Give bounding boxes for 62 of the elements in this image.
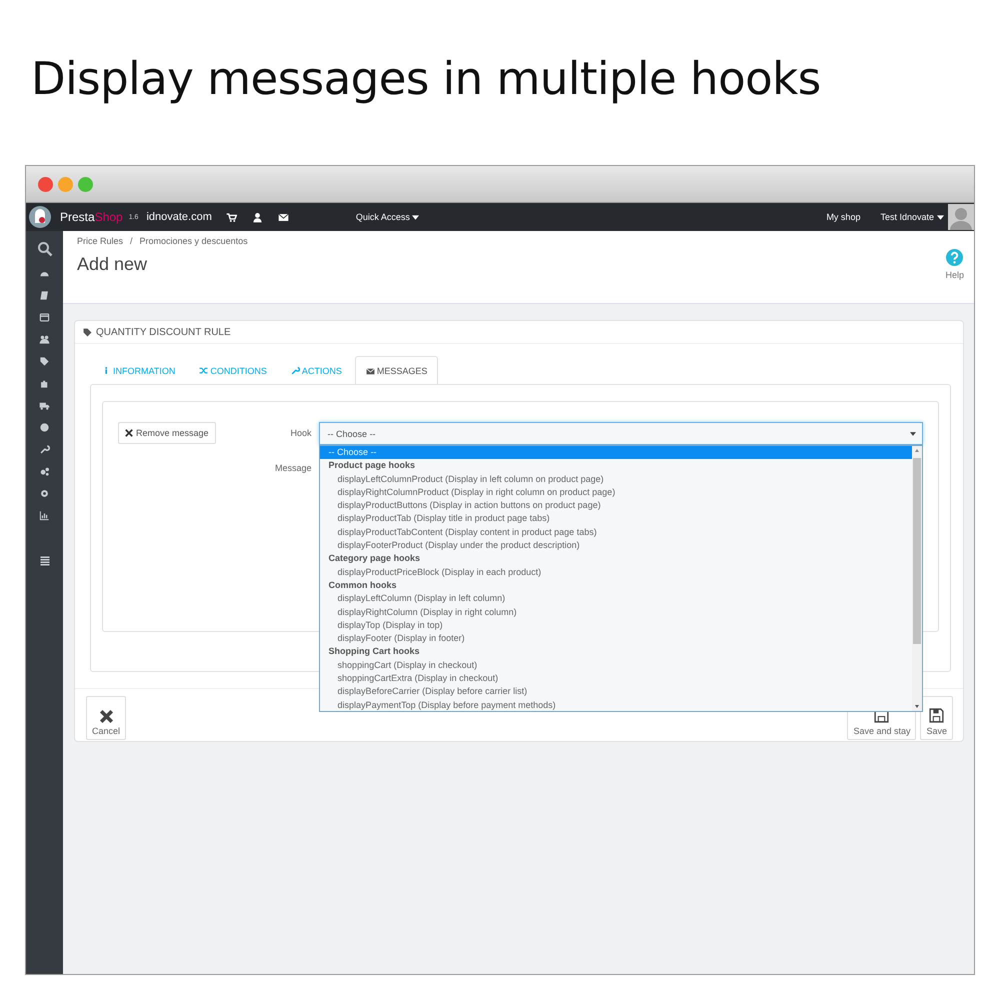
shop-link[interactable]: My shop	[826, 212, 860, 222]
quick-access-menu[interactable]: Quick Access	[356, 212, 419, 222]
hook-select[interactable]: -- Choose --	[318, 422, 923, 445]
card-icon	[39, 312, 50, 323]
tag-icon	[83, 328, 92, 336]
scrollbar[interactable]	[912, 446, 922, 711]
option-group-label: Category page hooks	[328, 552, 422, 566]
minimize-icon[interactable]	[58, 176, 73, 192]
page-heading: Display messages in multiple hooks	[30, 51, 822, 107]
close-icon[interactable]	[38, 176, 53, 192]
option-group-label: Shopping Cart hooks	[328, 645, 421, 658]
menu-icon	[38, 555, 50, 567]
breadcrumb-link[interactable]: Price Rules	[77, 236, 124, 246]
mail-icon	[366, 366, 375, 376]
tag-icon	[39, 356, 50, 367]
dropdown-option[interactable]: displayProductButtons (Display in action buttons on product page)	[320, 499, 912, 512]
dropdown-option[interactable]: -- Choose --	[320, 446, 912, 460]
breadcrumb-link[interactable]: Promociones y descuentos	[140, 236, 248, 246]
user-icon	[252, 212, 263, 222]
dropdown-option[interactable]: displayFooter (Display in footer)	[320, 632, 912, 646]
dropdown-option[interactable]: displayLeftColumnProduct (Display in left column on product page)	[320, 472, 912, 486]
tab[interactable]: MESSAGES	[354, 356, 438, 385]
dropdown-option[interactable]: displayTop (Display in top)	[320, 618, 912, 632]
close-icon	[98, 709, 114, 724]
close-icon	[125, 429, 133, 437]
dropdown-option[interactable]: displayProductPriceBlock (Display in each product)	[320, 566, 912, 579]
users-icon	[39, 334, 50, 345]
page-title: Add new	[77, 254, 148, 275]
dropdown-option[interactable]: displayLeftColumn (Display in left column)	[320, 592, 912, 606]
user-menu[interactable]: Test Idnovate	[880, 212, 944, 222]
cart-icon	[226, 212, 237, 222]
shop-link[interactable]: idnovate.com	[146, 211, 212, 223]
remove-message-button[interactable]: Remove message	[118, 422, 216, 444]
dropdown-option[interactable]: shoppingCartExtra (Display in checkout)	[320, 672, 912, 686]
search-icon	[36, 241, 52, 257]
option-group-label: Product page hooks	[328, 459, 416, 472]
dropdown-option[interactable]: displayProductTabContent (Display content in product page tabs)	[320, 526, 912, 540]
dropdown-option[interactable]: displayRightColumn (Display in right column)	[320, 606, 912, 619]
gear-icon	[39, 488, 50, 499]
dropdown-option[interactable]: displayRightColumnProduct (Display in right column on product page)	[320, 486, 912, 500]
save-button[interactable]: Save	[920, 696, 953, 740]
option-group-label: Common hooks	[328, 578, 398, 592]
dropdown-option[interactable]: displayFooterProduct (Display under the product description)	[320, 539, 912, 552]
dropdown-option[interactable]: displayBeforeCarrier (Display before carrier list)	[320, 685, 912, 699]
shuffle-icon	[199, 366, 208, 375]
mail-icon	[278, 212, 289, 222]
maximize-icon[interactable]	[78, 176, 93, 192]
caret-icon	[937, 214, 944, 220]
panel-title: QUANTITY DISCOUNT RULE	[96, 326, 231, 338]
caret-icon	[910, 432, 916, 436]
chart-icon	[39, 510, 50, 521]
help-icon	[946, 249, 964, 266]
dropdown-option[interactable]: shoppingCart (Display in checkout)	[320, 658, 912, 672]
breadcrumb-separator: /	[130, 236, 133, 246]
cancel-button[interactable]: Cancel	[86, 696, 126, 740]
caret-icon	[412, 214, 419, 220]
help-link[interactable]: Help	[945, 270, 964, 280]
dropdown-option[interactable]: displayProductTab (Display title in product page tabs)	[320, 512, 912, 526]
hook-label: Hook	[290, 427, 312, 440]
brand-name[interactable]: PrestaShop	[60, 210, 123, 224]
truck-icon	[39, 400, 50, 411]
message-label: Message	[274, 462, 312, 475]
